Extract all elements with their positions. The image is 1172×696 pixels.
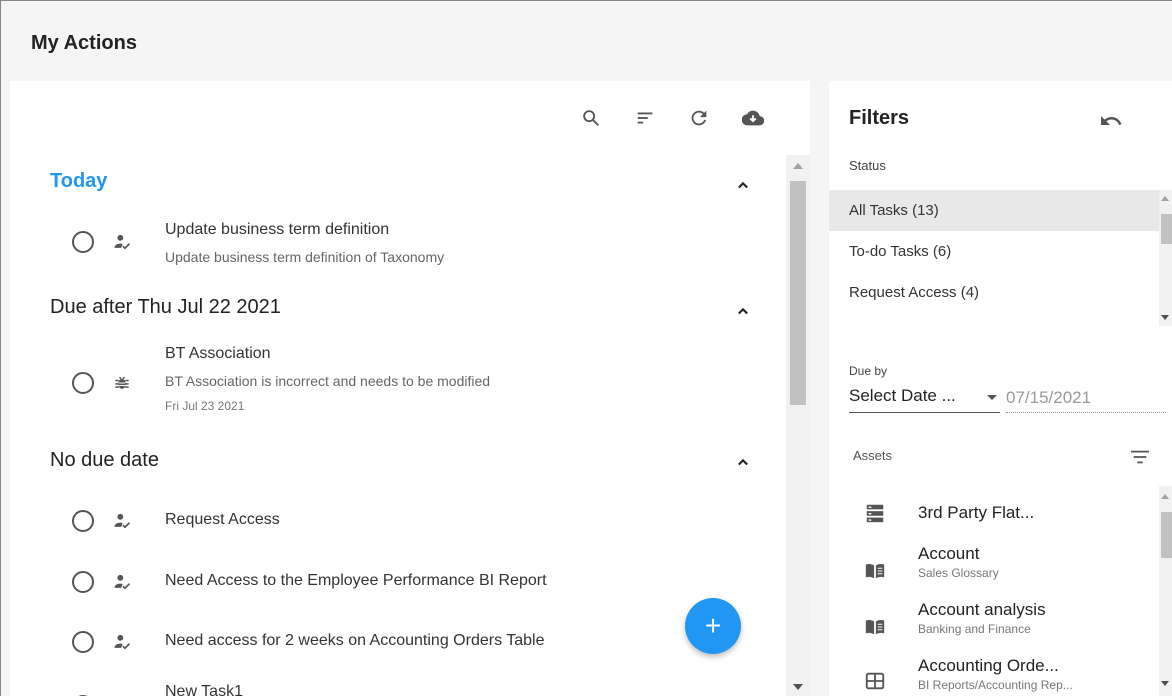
collapse-nodue-button[interactable] xyxy=(733,452,753,472)
asset-item[interactable]: Account Sales Glossary xyxy=(829,544,1159,598)
filters-title: Filters xyxy=(849,107,910,129)
person-check-icon xyxy=(112,511,132,531)
status-item-request-access[interactable]: Request Access (4) xyxy=(829,272,1159,313)
task-complete-radio[interactable] xyxy=(72,510,94,532)
task-title: Update business term definition xyxy=(165,221,390,238)
due-by-label: Due by xyxy=(849,364,888,378)
scroll-down-arrow[interactable] xyxy=(1161,681,1169,686)
dropdown-arrow-icon xyxy=(987,395,997,400)
scrollbar-thumb[interactable] xyxy=(1161,512,1172,558)
chevron-up-icon xyxy=(738,307,748,315)
refresh-button[interactable] xyxy=(672,103,726,133)
task-title: BT Association xyxy=(165,345,271,362)
refresh-icon xyxy=(691,110,707,126)
due-date-input[interactable] xyxy=(1006,383,1166,413)
task-title: Need access for 2 weeks on Accounting Or… xyxy=(165,632,545,649)
section-no-due-date: No due date xyxy=(50,449,159,471)
section-today: Today xyxy=(50,170,108,192)
page-title: My Actions xyxy=(31,32,137,54)
sort-button[interactable] xyxy=(618,103,672,133)
task-complete-radio[interactable] xyxy=(72,571,94,593)
asset-name: 3rd Party Flat... xyxy=(918,503,1035,522)
scroll-up-arrow[interactable] xyxy=(793,163,803,169)
task-title: New Task1 xyxy=(165,683,243,696)
assets-label: Assets xyxy=(853,448,893,463)
cloud-download-icon xyxy=(742,110,764,126)
asset-subtitle: Sales Glossary xyxy=(918,566,999,580)
asset-name: Account xyxy=(918,544,980,563)
asset-name: Account analysis xyxy=(918,600,1046,619)
task-title: Request Access xyxy=(165,511,280,528)
scroll-up-arrow[interactable] xyxy=(1161,494,1169,499)
scrollbar-thumb[interactable] xyxy=(1161,214,1172,244)
task-complete-radio[interactable] xyxy=(72,231,94,253)
storage-icon xyxy=(864,502,886,524)
section-due-after: Due after Thu Jul 22 2021 xyxy=(50,296,281,318)
sort-icon xyxy=(637,112,653,124)
asset-name: Accounting Orde... xyxy=(918,656,1059,675)
status-item-all-tasks[interactable]: All Tasks (13) xyxy=(829,190,1159,231)
assets-filter-button[interactable] xyxy=(1129,448,1151,466)
asset-subtitle: Banking and Finance xyxy=(918,622,1031,636)
undo-icon xyxy=(1101,116,1122,125)
due-date-select[interactable]: Select Date ... xyxy=(849,383,1000,413)
bug-icon xyxy=(112,373,132,393)
task-complete-radio[interactable] xyxy=(72,372,94,394)
scrollbar-thumb[interactable] xyxy=(790,181,806,405)
task-due-date: Fri Jul 23 2021 xyxy=(165,399,245,413)
reset-filters-button[interactable] xyxy=(1099,109,1123,133)
asset-subtitle: BI Reports/Accounting Rep... xyxy=(918,678,1073,692)
status-list: All Tasks (13) To-do Tasks (6) Request A… xyxy=(829,190,1159,330)
person-check-icon xyxy=(112,572,132,592)
search-icon xyxy=(583,110,599,126)
task-title: Need Access to the Employee Performance … xyxy=(165,572,547,589)
filter-list-icon xyxy=(1131,450,1149,464)
actions-panel: Today Update business term definition Up… xyxy=(10,81,810,696)
filters-panel: Filters Status All Tasks (13) To-do Task… xyxy=(829,81,1172,696)
task-subtitle: Update business term definition of Taxon… xyxy=(165,249,445,265)
person-check-icon xyxy=(112,632,132,652)
status-label: Status xyxy=(849,158,886,173)
status-item-todo-tasks[interactable]: To-do Tasks (6) xyxy=(829,231,1159,272)
task-complete-radio[interactable] xyxy=(72,631,94,653)
tasks-scrollbar[interactable] xyxy=(786,155,810,696)
search-button[interactable] xyxy=(564,103,618,133)
due-date-select-value: Select Date ... xyxy=(849,386,956,405)
download-button[interactable] xyxy=(726,103,780,133)
asset-item[interactable]: 3rd Party Flat... xyxy=(829,486,1159,540)
collapse-today-button[interactable] xyxy=(733,175,753,195)
collapse-due-button[interactable] xyxy=(733,301,753,321)
assets-scrollbar[interactable] xyxy=(1159,486,1172,696)
asset-item[interactable]: Account analysis Banking and Finance xyxy=(829,600,1159,654)
chevron-up-icon xyxy=(738,458,748,466)
table-icon xyxy=(864,670,886,692)
asset-list: 3rd Party Flat... Account Sales Glossary… xyxy=(829,486,1159,696)
book-icon xyxy=(864,560,886,582)
scroll-down-arrow[interactable] xyxy=(1161,315,1169,320)
task-subtitle: BT Association is incorrect and needs to… xyxy=(165,373,491,389)
asset-item[interactable]: Accounting Orde... BI Reports/Accounting… xyxy=(829,656,1159,696)
scroll-up-arrow[interactable] xyxy=(1161,196,1169,201)
status-scrollbar[interactable] xyxy=(1159,190,1172,326)
chevron-up-icon xyxy=(738,181,748,189)
toolbar xyxy=(564,103,780,133)
person-check-icon xyxy=(112,232,132,252)
book-icon xyxy=(864,616,886,638)
scroll-down-arrow[interactable] xyxy=(793,684,803,690)
add-task-button[interactable]: + xyxy=(685,598,741,654)
